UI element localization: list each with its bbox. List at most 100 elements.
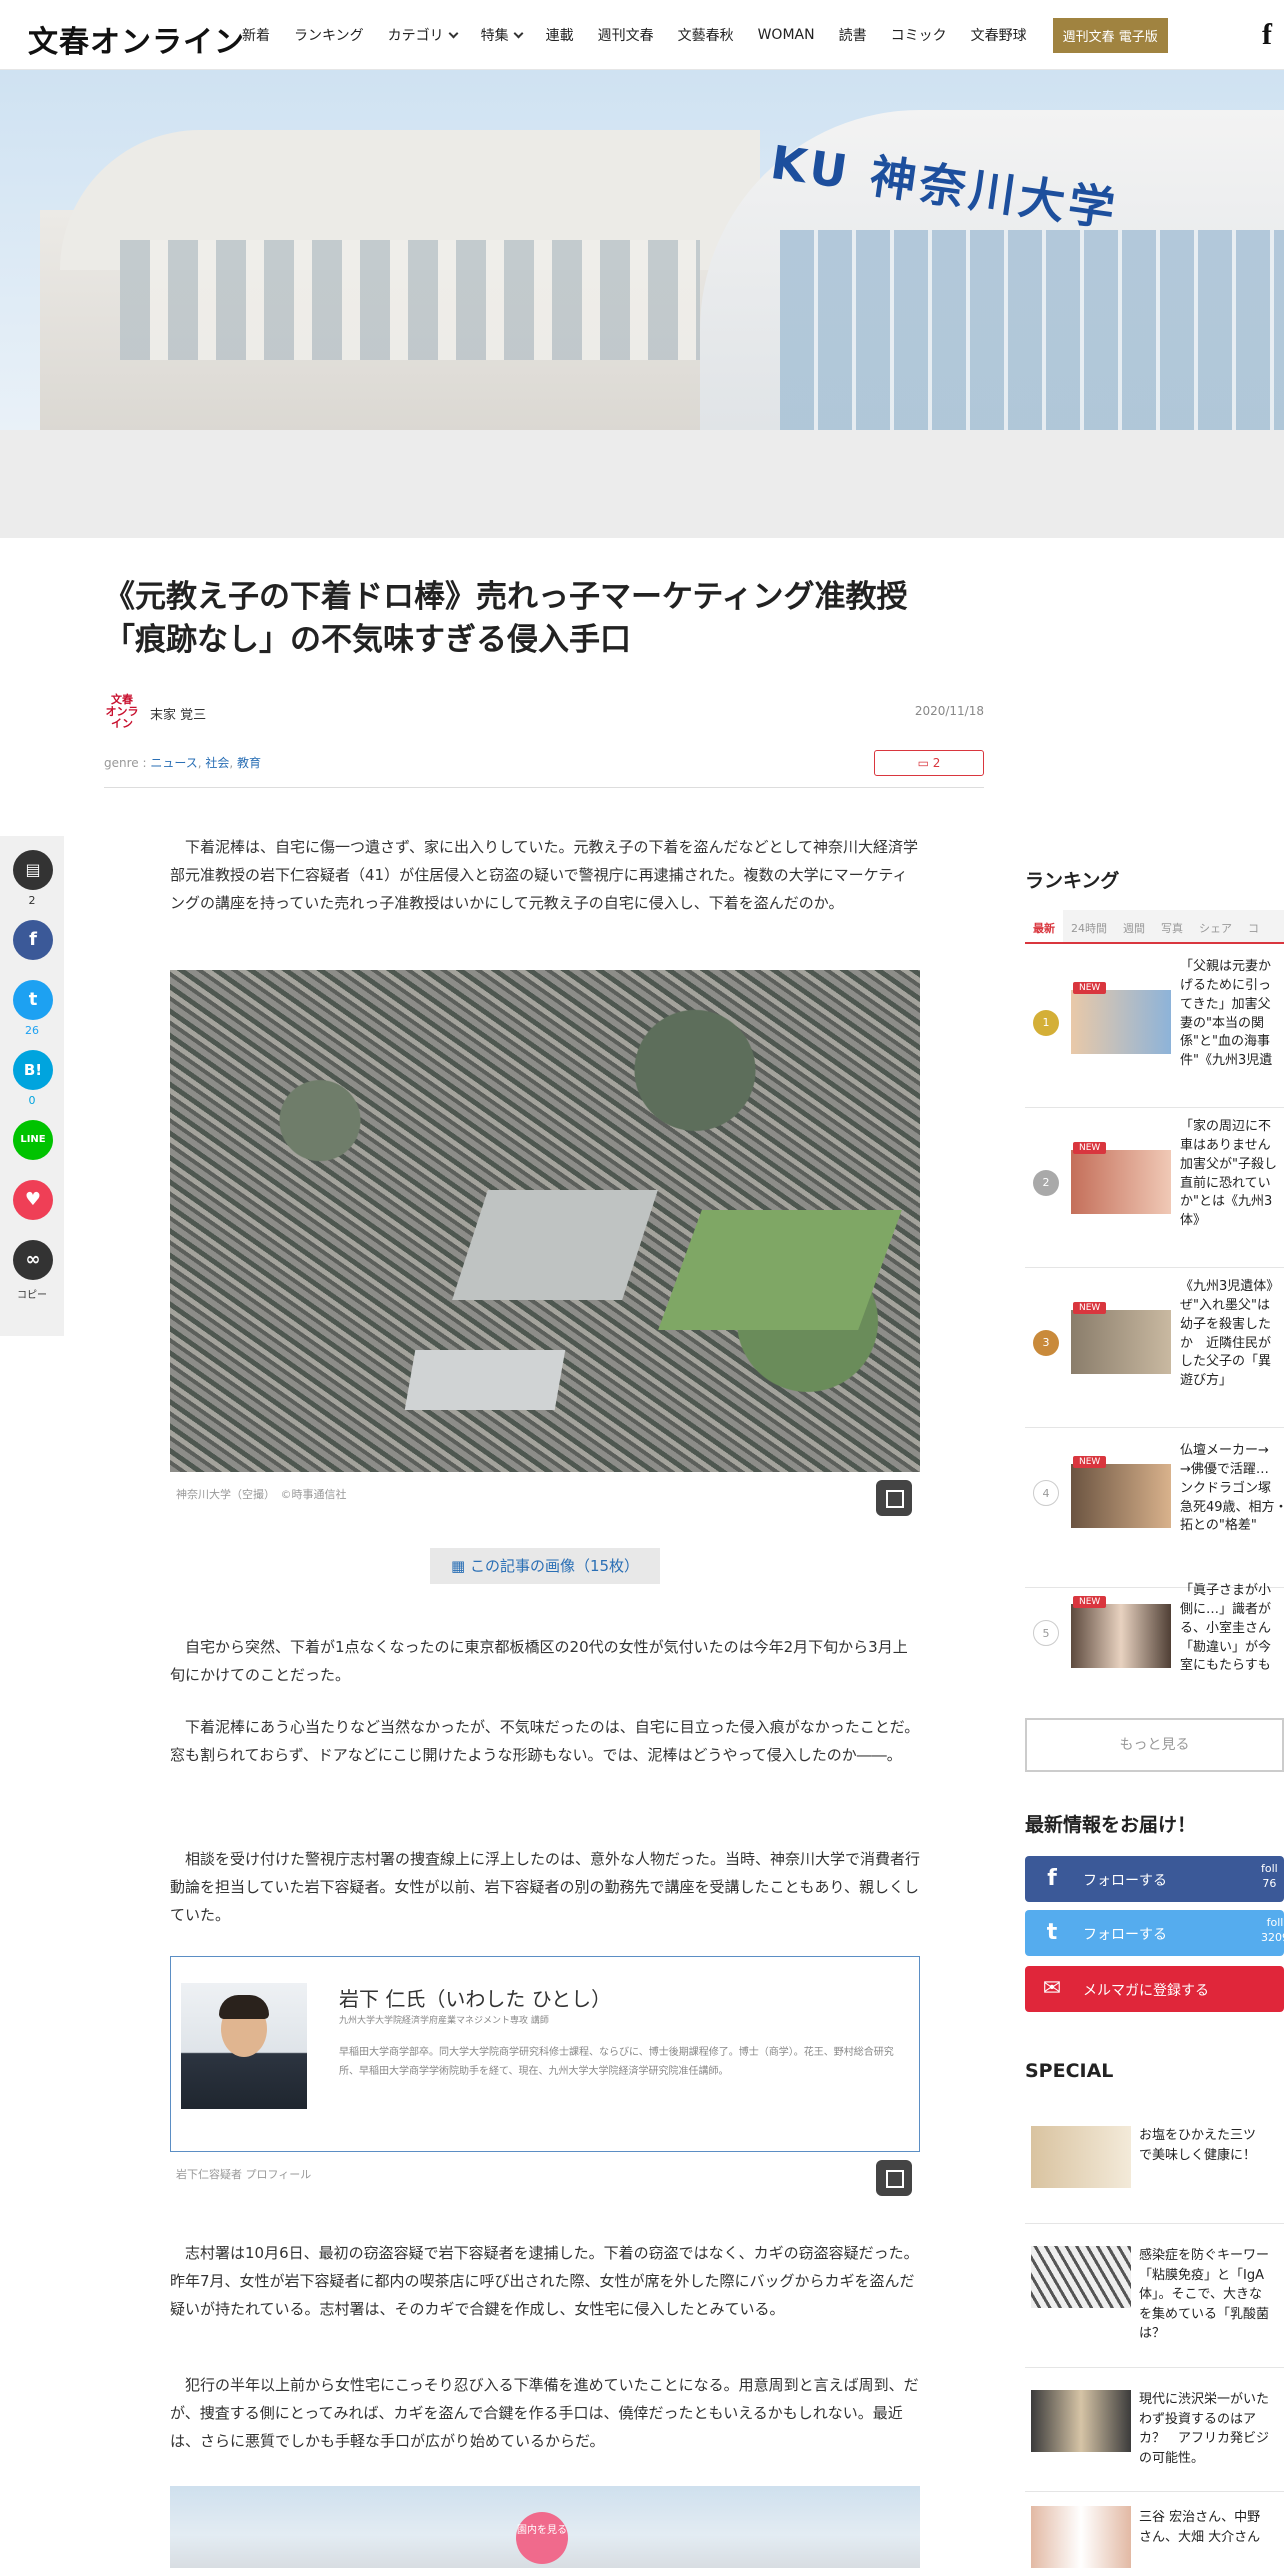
ranking-item[interactable]: 3 NEW 《九州3児遺体》 ぜ"入れ墨父"は 幼子を殺害した か 近隣住民が … <box>1025 1268 1284 1428</box>
nav-item-label: WOMAN <box>757 27 815 43</box>
facebook-share-icon[interactable]: f <box>13 920 53 960</box>
facebook-icon[interactable]: f <box>1262 18 1272 52</box>
author-name[interactable]: 末家 覚三 <box>150 704 206 723</box>
building-windows <box>120 240 700 360</box>
ranking-headline: 「眞子さまが小 側に…」識者が る、小室圭さん 「勘違い」が今 室にもたらすも <box>1180 1582 1284 1676</box>
gallery-link[interactable]: ▦ この記事の画像（15枚） <box>430 1548 660 1584</box>
ranking-item[interactable]: 1 NEW 「父親は元妻か げるために引っ てきた」加害父 妻の"本当の関 係"… <box>1025 948 1284 1108</box>
genre-link-news[interactable]: ニュース <box>150 756 197 770</box>
headline-line: 拓との"格差" <box>1180 1518 1257 1534</box>
genre-list: genre : ニュース, 社会, 教育 <box>104 756 262 770</box>
headline-line: 件"《九州3児遺 <box>1180 1053 1273 1069</box>
body-paragraph: 志村署は10月6日、最初の窃盗容疑で岩下容疑者を逮捕した。下着の窃盗ではなく、カ… <box>170 2244 919 2318</box>
chevron-down-icon <box>513 28 524 38</box>
newsletter-button[interactable]: ✉ メルマガに登録する <box>1025 1966 1284 2012</box>
publish-date: 2020/11/18 <box>914 704 984 718</box>
special-item[interactable]: 感染症を防ぐキーワー 「粘膜免疫」と「IgA 体」。そこで、大きな を集めている… <box>1025 2224 1284 2368</box>
tab-latest[interactable]: 最新 <box>1025 910 1063 942</box>
copy-label: コピー <box>17 1290 47 1301</box>
special-headline: 感染症を防ぐキーワー 「粘膜免疫」と「IgA 体」。そこで、大きな を集めている… <box>1139 2246 1284 2344</box>
headline-line: 《九州3児遺体》 <box>1180 1279 1280 1294</box>
gallery-icon[interactable] <box>876 1480 912 1516</box>
nav-item-label: 文藝春秋 <box>677 28 734 44</box>
ranking-headline: 「父親は元妻か げるために引っ てきた」加害父 妻の"本当の関 係"と"血の海事… <box>1180 958 1284 1071</box>
tab-comment[interactable]: コ <box>1240 910 1267 942</box>
profile-photo <box>181 1983 307 2109</box>
ranking-headline: 仏壇メーカー→ →佛優で活躍… ンクドラゴン塚 急死49歳、相方・ 拓との"格差… <box>1180 1442 1284 1536</box>
headline-line: 体》 <box>1180 1213 1207 1229</box>
nav-item-baseball[interactable]: 文春野球 <box>971 25 1027 45</box>
follower-count: foll 76 <box>1261 1861 1278 1892</box>
nav-item-label: コミック <box>890 28 947 44</box>
comment-share-icon[interactable]: ▤ <box>13 850 53 890</box>
comment-icon: ▭ <box>917 756 929 770</box>
nav-item-new[interactable]: 新着 <box>242 25 270 45</box>
headline-line: か"とは《九州3 <box>1180 1194 1273 1210</box>
newsletter-label: メルマガに登録する <box>1083 1983 1209 1999</box>
body-paragraph: 下着泥棒にあう心当たりなど当然なかったが、不気味だったのは、自宅に目立った侵入痕… <box>170 1718 920 1764</box>
follower-count-label: foll <box>1266 1916 1284 1929</box>
line-share-icon[interactable]: LINE <box>13 1120 53 1160</box>
more-button[interactable]: もっと見る <box>1025 1718 1284 1772</box>
nav-item-category[interactable]: カテゴリ <box>388 25 459 45</box>
headline-line: した父子の「異 <box>1180 1354 1272 1370</box>
twitter-follow-button[interactable]: t フォローする foll 3209 <box>1025 1910 1284 1956</box>
special-item[interactable]: お塩をひかえた三ツ で美味しく健康に！ <box>1025 2104 1284 2224</box>
genre-link-education[interactable]: 教育 <box>237 756 261 770</box>
share-comment-count: 2 <box>28 894 36 907</box>
nav-item-shukan-bunshun[interactable]: 週刊文春 <box>598 25 654 45</box>
chevron-down-icon <box>448 28 459 38</box>
rank-crown-icon: 1 <box>1033 1010 1059 1036</box>
article-title: 《元教え子の下着ドロ棒》売れっ子マーケティング准教授 「痕跡なし」の不気味すぎる… <box>104 576 1004 663</box>
ranking-thumbnail: NEW <box>1071 982 1171 1054</box>
nav-item-label: 文春野球 <box>970 28 1027 44</box>
twitter-share-icon[interactable]: t <box>13 980 53 1020</box>
nav-item-woman[interactable]: WOMAN <box>758 27 815 43</box>
site-header: 文春オンライン 新着 ランキング カテゴリ 特集 連載 週刊文春 文藝春秋 WO… <box>0 0 1284 70</box>
nav-item-comic[interactable]: コミック <box>891 25 947 45</box>
tab-photo[interactable]: 写真 <box>1153 910 1191 942</box>
genre-label: genre : <box>104 756 151 770</box>
headline-line: で美味しく健康に！ <box>1139 2147 1257 2163</box>
nav-item-serial[interactable]: 連載 <box>546 25 574 45</box>
photo-caption: 岩下仁容疑者 プロフィール <box>176 2168 312 2181</box>
headline-line: る、小室圭さん <box>1180 1620 1272 1636</box>
special-item[interactable]: 現代に渋沢栄一がいた わず投資するのはア カ？ アフリカ発ビジ の可能性。 <box>1025 2368 1284 2492</box>
article-photo[interactable]: 園内を見る <box>170 2486 920 2568</box>
special-thumbnail <box>1031 2246 1131 2308</box>
tab-24h[interactable]: 24時間 <box>1063 910 1115 942</box>
headline-line: は？ <box>1139 2326 1166 2341</box>
genre-link-society[interactable]: 社会 <box>205 756 229 770</box>
new-badge: NEW <box>1073 1142 1107 1154</box>
campus-tour-badge: 園内を見る <box>516 2512 568 2564</box>
headline-line: ぜ"入れ墨父"は <box>1180 1297 1270 1313</box>
headline-line: 「家の周辺に不 <box>1180 1119 1272 1134</box>
link-copy-icon[interactable]: ∞ <box>13 1240 53 1280</box>
special-item[interactable]: 三谷 宏治さん、中野 さん、大畑 大介さん <box>1025 2492 1284 2568</box>
site-logo[interactable]: 文春オンライン <box>28 17 245 61</box>
nav-item-feature[interactable]: 特集 <box>481 25 524 45</box>
ebook-button[interactable]: 週刊文春 電子版 <box>1052 17 1168 53</box>
aerial-photo[interactable] <box>170 970 920 1472</box>
ranking-item[interactable]: 5 NEW 「眞子さまが小 側に…」識者が る、小室圭さん 「勘違い」が今 室に… <box>1025 1568 1284 1698</box>
mail-icon: ✉ <box>1042 1976 1062 2001</box>
ranking-item[interactable]: 4 NEW 仏壇メーカー→ →佛優で活躍… ンクドラゴン塚 急死49歳、相方・ … <box>1025 1428 1284 1588</box>
pocket-share-icon[interactable]: ♥ <box>13 1180 53 1220</box>
headline-line: 遊び方」 <box>1180 1373 1233 1389</box>
news-title: 最新情報をお届け！ <box>1025 1814 1197 1836</box>
facebook-follow-button[interactable]: f フォローする foll 76 <box>1025 1856 1284 1902</box>
nav-item-books[interactable]: 読書 <box>839 25 867 45</box>
tab-weekly[interactable]: 週間 <box>1115 910 1153 942</box>
rank-crown-icon: 2 <box>1033 1170 1059 1196</box>
gallery-icon[interactable] <box>876 2160 912 2196</box>
ranking-item[interactable]: 2 NEW 「家の周辺に不 車はありません 加害父が"子殺し 直前に恐れてい か… <box>1025 1108 1284 1268</box>
ad-placeholder <box>0 430 1284 538</box>
comment-button[interactable]: ▭ 2 <box>874 750 984 776</box>
nav-item-bungei-shunju[interactable]: 文藝春秋 <box>678 25 734 45</box>
hatena-share-icon[interactable]: B! <box>13 1050 53 1090</box>
nav-item-ranking[interactable]: ランキング <box>294 25 364 45</box>
headline-line: カ？ アフリカ発ビジ <box>1139 2431 1270 2446</box>
tab-share[interactable]: シェア <box>1191 910 1240 942</box>
headline-line: 直前に恐れてい <box>1180 1175 1271 1191</box>
headline-line: 加害父が"子殺し <box>1180 1156 1277 1172</box>
